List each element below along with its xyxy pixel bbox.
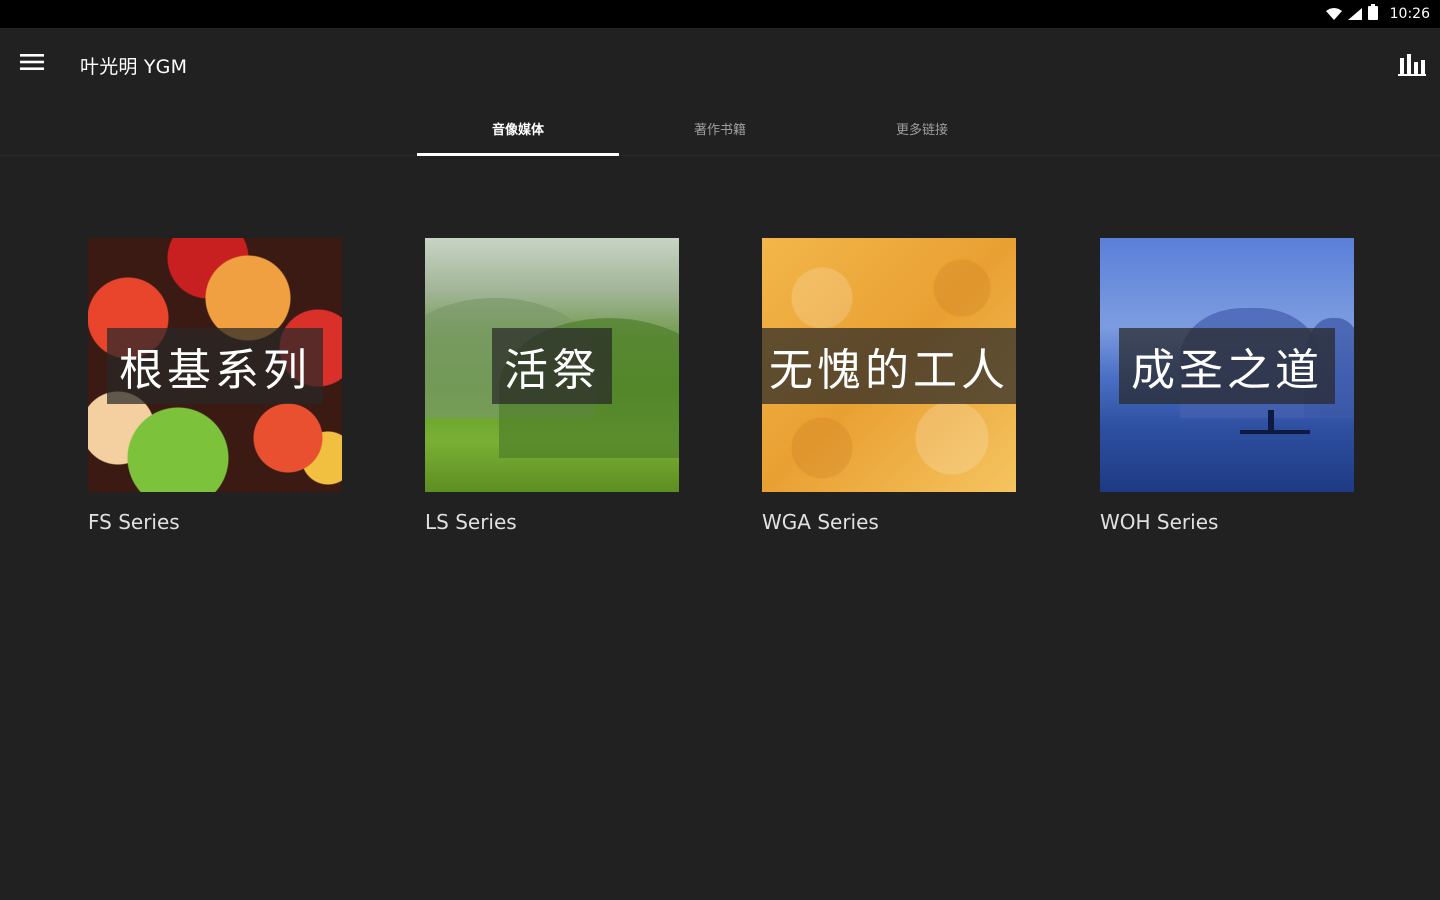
menu-button[interactable] xyxy=(14,48,50,80)
tab-bar: 音像媒体 著作书籍 更多链接 xyxy=(0,100,1440,156)
status-time: 10:26 xyxy=(1389,6,1430,22)
series-thumbnail: 活祭 xyxy=(425,238,679,492)
series-thumbnail-title: 活祭 xyxy=(492,328,612,404)
hamburger-menu-icon xyxy=(20,53,44,75)
series-thumbnail-title: 根基系列 xyxy=(107,328,323,404)
app-title: 叶光明 YGM xyxy=(80,56,188,78)
equalizer-button[interactable] xyxy=(1394,48,1430,84)
series-label: FS Series xyxy=(88,510,180,534)
series-label: WGA Series xyxy=(762,510,879,534)
bar-chart-icon xyxy=(1398,52,1426,80)
signal-icon xyxy=(1347,5,1362,24)
tab-more-links[interactable]: 更多链接 xyxy=(821,100,1023,156)
series-label: LS Series xyxy=(425,510,517,534)
series-thumbnail: 根基系列 xyxy=(88,238,342,492)
tab-books[interactable]: 著作书籍 xyxy=(619,100,821,156)
series-card-wga[interactable]: 无愧的工人 WGA Series xyxy=(762,238,1016,534)
series-thumbnail: 无愧的工人 xyxy=(762,238,1016,492)
series-thumbnail: 成圣之道 xyxy=(1100,238,1354,492)
series-card-woh[interactable]: 成圣之道 WOH Series xyxy=(1100,238,1354,534)
app-bar: 叶光明 YGM xyxy=(0,28,1440,100)
series-thumbnail-title: 成圣之道 xyxy=(1119,328,1335,404)
series-card-ls[interactable]: 活祭 LS Series xyxy=(425,238,679,534)
series-label: WOH Series xyxy=(1100,510,1219,534)
battery-icon xyxy=(1367,4,1378,24)
wifi-icon xyxy=(1325,5,1342,24)
tab-media[interactable]: 音像媒体 xyxy=(417,100,619,156)
series-thumbnail-title: 无愧的工人 xyxy=(762,328,1016,404)
series-card-fs[interactable]: 根基系列 FS Series xyxy=(88,238,342,534)
status-bar: 10:26 xyxy=(0,0,1440,28)
